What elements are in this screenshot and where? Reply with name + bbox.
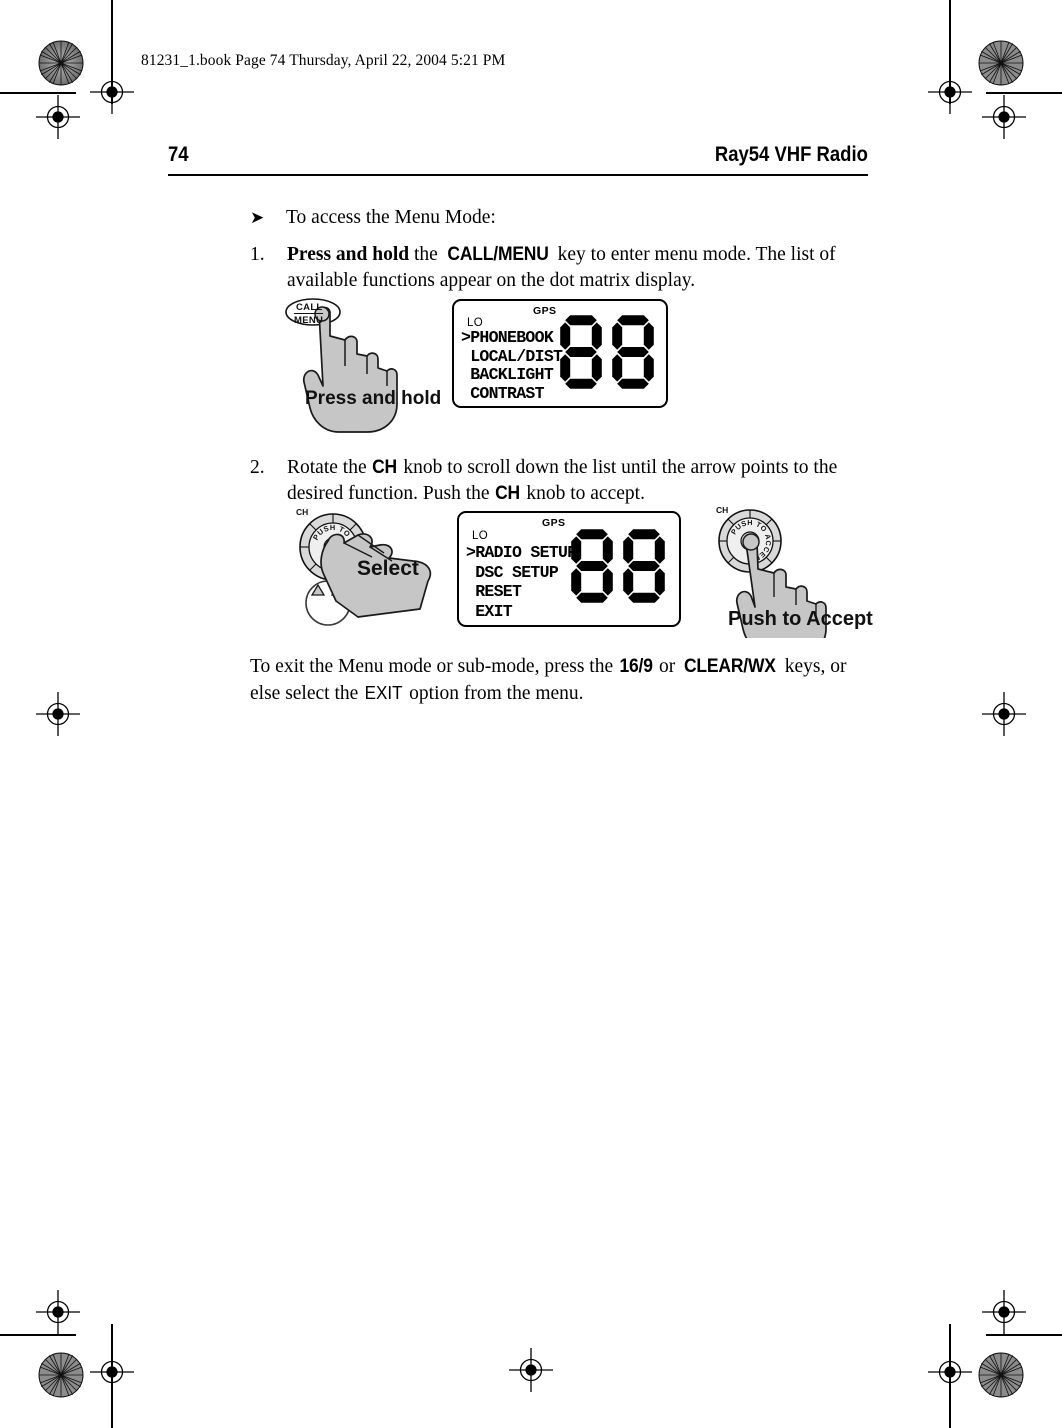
lcd-menu-item-2: BACKLIGHT (461, 365, 554, 384)
figure-push-to-accept: PUSH TO ACCEPT CH Push to Accept (706, 503, 876, 654)
registration-bullseye-bottom-right (928, 1350, 972, 1394)
lcd-gps-indicator: GPS (533, 305, 557, 317)
step-2: 2. Rotate the CH knob to scroll down the… (250, 455, 870, 506)
crop-line-bottom-left-horizontal (0, 1334, 76, 1336)
registration-bullseye-bottom-left (90, 1350, 134, 1394)
push-to-accept-caption: Push to Accept (728, 608, 873, 630)
segment-a (565, 315, 597, 326)
figure-select-knob: PUSH TO ACCEPT CH Select (288, 505, 468, 630)
crop-line-top-right-horizontal (986, 92, 1062, 94)
seven-segment-digit (610, 313, 656, 396)
segment-f (571, 536, 582, 564)
step-1-number: 1. (250, 244, 265, 265)
lcd-menu-item-1: LOCAL/DIST (461, 346, 563, 366)
registration-rosette-top-right (978, 40, 1024, 86)
registration-bullseye-bottom-center (509, 1348, 553, 1392)
segment-e (571, 568, 582, 596)
segment-a (628, 529, 660, 540)
segment-g (565, 347, 597, 357)
figure-press-and-hold: CALL MENU Press and hold (283, 296, 453, 436)
step-2-text: Rotate the CH knob to scroll down the li… (287, 457, 838, 504)
segment-b (654, 536, 665, 564)
lcd-display-menu-level-1: GPS LO >PHONEBOOK LOCAL/DIST BACKLIGHT C… (452, 299, 668, 408)
segment-e (623, 568, 634, 596)
registration-rosette-bottom-right (978, 1352, 1024, 1398)
lcd-menu-item-1: DSC SETUP (466, 562, 559, 582)
registration-rosette-top-left (38, 40, 84, 86)
lcd-channel-digits-2 (569, 527, 667, 610)
step-2-number: 2. (250, 457, 265, 478)
lcd-lo-indicator-2: LO (472, 530, 489, 542)
knob-ch-label-3: CH (716, 505, 729, 515)
segment-d (576, 592, 608, 603)
registration-bullseye-right-middle (982, 692, 1026, 736)
lcd-display-menu-level-2: GPS LO >RADIO SETUP DSC SETUP RESET EXIT (457, 511, 681, 627)
call-menu-label-line1: CALL (296, 302, 323, 313)
intro-text: To access the Menu Mode: (286, 207, 496, 228)
lcd-menu-list: >PHONEBOOK LOCAL/DIST BACKLIGHT CONTRAST (461, 328, 563, 403)
segment-b (591, 322, 602, 350)
arrow-bullet-icon: ➤ (250, 208, 265, 227)
registration-bullseye-inner-top-right (982, 95, 1026, 139)
segment-c (602, 568, 613, 596)
registration-bullseye-left-middle (36, 692, 80, 736)
segment-b (602, 536, 613, 564)
segment-a (576, 529, 608, 540)
header-rule (168, 174, 868, 177)
segment-g (617, 347, 649, 357)
segment-g (628, 561, 660, 571)
closing-paragraph: To exit the Menu mode or sub-mode, press… (250, 656, 847, 704)
registration-bullseye-top-left (90, 70, 134, 114)
segment-g (576, 561, 608, 571)
seven-segment-digit (569, 527, 615, 610)
segment-a (617, 315, 649, 326)
segment-c (654, 568, 665, 596)
registration-bullseye-top-right (928, 70, 972, 114)
press-and-hold-caption: Press and hold (305, 388, 442, 409)
lcd-menu-item-0: >RADIO SETUP (466, 543, 577, 562)
call-menu-label-line2: MENU (294, 313, 324, 326)
book-title: Ray54 VHF Radio (714, 143, 868, 166)
running-head: 74 Ray54 VHF Radio (168, 143, 868, 177)
lcd-gps-indicator-2: GPS (542, 517, 566, 529)
segment-d (565, 378, 597, 389)
registration-bullseye-inner-top-left (36, 95, 80, 139)
lcd-menu-item-3: EXIT (466, 601, 513, 621)
segment-f (612, 322, 623, 350)
segment-f (623, 536, 634, 564)
knob-ch-label-2: CH (296, 507, 309, 517)
lcd-menu-list-2: >RADIO SETUP DSC SETUP RESET EXIT (466, 543, 577, 621)
segment-f (560, 322, 571, 350)
hand-pointing-icon (302, 306, 398, 433)
lcd-channel-digits (558, 313, 656, 396)
registration-bullseye-inner-bottom-right (982, 1290, 1026, 1334)
segment-d (617, 378, 649, 389)
step-1-text: Press and hold the CALL/MENU key to ente… (287, 244, 836, 291)
segment-e (560, 354, 571, 382)
page-number: 74 (168, 143, 189, 166)
seven-segment-digit (621, 527, 667, 610)
seven-segment-digit (558, 313, 604, 396)
segment-c (643, 354, 654, 382)
lcd-menu-item-3: CONTRAST (461, 383, 544, 403)
select-caption: Select (357, 557, 419, 580)
step-1: 1. Press and hold the CALL/MENU key to e… (250, 242, 870, 293)
crop-line-bottom-right-horizontal (986, 1334, 1062, 1336)
lcd-menu-item-0: >PHONEBOOK (461, 328, 554, 347)
segment-c (591, 354, 602, 382)
crop-line-top-left-horizontal (0, 92, 76, 94)
segment-e (612, 354, 623, 382)
registration-rosette-bottom-left (38, 1352, 84, 1398)
registration-bullseye-inner-bottom-left (36, 1290, 80, 1334)
lcd-menu-item-2: RESET (466, 582, 522, 601)
file-stamp: 81231_1.book Page 74 Thursday, April 22,… (141, 52, 506, 69)
intro-bullet: ➤ To access the Menu Mode: (250, 205, 870, 230)
segment-d (628, 592, 660, 603)
segment-b (643, 322, 654, 350)
